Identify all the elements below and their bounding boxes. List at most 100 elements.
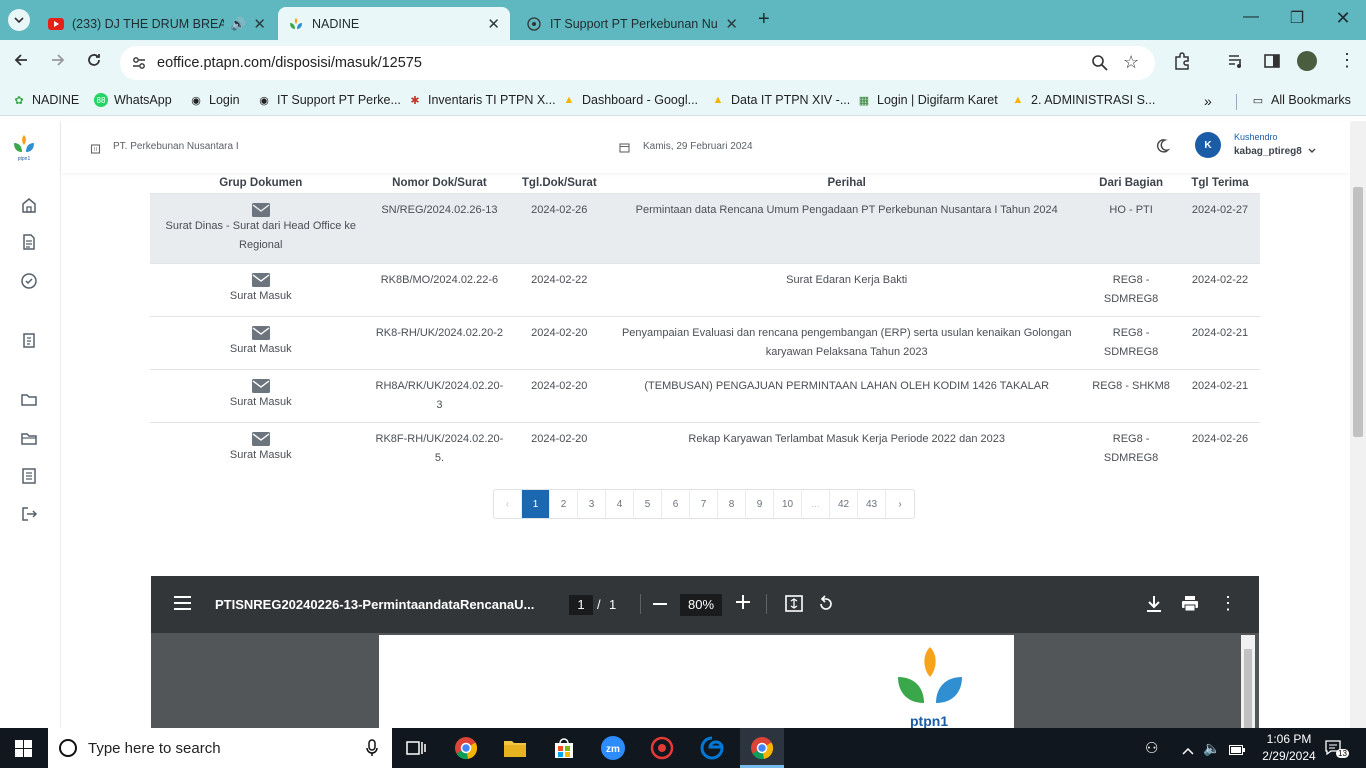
vpn-app-icon[interactable] <box>650 736 674 760</box>
profile-avatar[interactable] <box>1297 51 1317 71</box>
site-info-icon[interactable] <box>131 55 147 76</box>
table-row[interactable]: Surat Masuk RK8F-RH/UK/2024.02.20-5. 202… <box>150 422 1260 475</box>
folder-icon[interactable] <box>20 390 38 408</box>
browser-tab-it-support[interactable]: IT Support PT Perkebunan Nusa ✕ <box>516 7 748 40</box>
zoom-in-icon[interactable] <box>736 595 750 614</box>
page-scrollbar[interactable] <box>1350 121 1366 728</box>
extensions-icon[interactable] <box>1173 52 1191 75</box>
tanggal-cell: 2024-02-22 <box>507 263 612 317</box>
browser-tab-nadine[interactable]: NADINE ✕ <box>278 7 510 40</box>
clipboard-icon[interactable] <box>20 331 38 349</box>
fit-page-icon[interactable] <box>785 595 803 617</box>
pagination-page[interactable]: 10 <box>774 490 802 518</box>
forward-button[interactable] <box>50 52 66 73</box>
pdf-more-icon[interactable]: ⋮ <box>1219 593 1237 614</box>
zoom-icon[interactable] <box>1091 54 1108 76</box>
logout-icon[interactable] <box>20 505 38 523</box>
browser-menu-icon[interactable]: ⋮ <box>1338 50 1356 71</box>
bookmark-item[interactable]: ▦ Login | Digifarm Karet <box>857 93 998 107</box>
pagination-page[interactable]: 7 <box>690 490 718 518</box>
new-tab-button[interactable]: + <box>758 8 770 31</box>
check-circle-icon[interactable] <box>20 272 38 290</box>
zoom-app-icon[interactable]: zm <box>601 736 625 760</box>
pagination-page[interactable]: 4 <box>606 490 634 518</box>
edge-icon[interactable] <box>700 736 724 760</box>
bookmark-item[interactable]: ✿ NADINE <box>12 93 79 107</box>
bookmark-star-icon[interactable]: ☆ <box>1123 52 1139 73</box>
pagination-page[interactable]: 8 <box>718 490 746 518</box>
folder-open-icon[interactable] <box>20 429 38 447</box>
minimize-window-button[interactable]: — <box>1228 8 1274 26</box>
pagination-page[interactable]: 43 <box>858 490 886 518</box>
report-icon[interactable] <box>20 467 38 485</box>
tgl-terima-cell: 2024-02-27 <box>1180 193 1260 264</box>
people-icon[interactable]: ⚇ <box>1145 739 1158 757</box>
zoom-out-icon[interactable] <box>653 603 667 605</box>
microsoft-store-icon[interactable] <box>552 736 576 760</box>
pagination-page[interactable]: 3 <box>578 490 606 518</box>
pagination-page[interactable]: 2 <box>550 490 578 518</box>
bookmark-item[interactable]: ▲ Data IT PTPN XIV -... <box>711 93 851 107</box>
pagination-page[interactable]: 42 <box>830 490 858 518</box>
reload-button[interactable] <box>86 52 102 73</box>
back-button[interactable] <box>13 52 29 73</box>
pagination-page[interactable]: 9 <box>746 490 774 518</box>
print-icon[interactable] <box>1181 595 1199 617</box>
dark-mode-toggle-icon[interactable] <box>1154 138 1171 159</box>
table-row[interactable]: Surat Masuk RH8A/RK/UK/2024.02.20-3 2024… <box>150 369 1260 423</box>
pagination-prev[interactable]: ‹ <box>494 490 522 518</box>
windows-start-icon[interactable] <box>15 740 32 762</box>
user-role-dropdown[interactable]: kabag_ptireg8 <box>1234 146 1316 157</box>
microphone-icon[interactable] <box>366 739 378 762</box>
restore-window-button[interactable]: ❐ <box>1274 8 1320 28</box>
side-panel-icon[interactable] <box>1263 52 1281 75</box>
task-view-icon[interactable] <box>404 736 428 760</box>
address-bar[interactable]: eoffice.ptapn.com/disposisi/masuk/12575 … <box>120 46 1155 80</box>
close-window-button[interactable]: ✕ <box>1320 8 1366 29</box>
clock-date[interactable]: 2/29/2024 <box>1252 749 1326 763</box>
download-icon[interactable] <box>1146 595 1162 617</box>
pagination-page[interactable]: 1 <box>522 490 550 518</box>
bookmarks-overflow-icon[interactable]: » <box>1204 93 1212 109</box>
bookmark-item[interactable]: ✱ Inventaris TI PTPN X... <box>408 93 555 107</box>
taskbar-search[interactable]: Type here to search <box>48 728 392 768</box>
chrome-icon[interactable] <box>454 736 478 760</box>
volume-icon[interactable]: 🔈 <box>1203 740 1220 757</box>
pdf-scroll-thumb[interactable] <box>1244 649 1252 728</box>
pagination-next[interactable]: › <box>886 490 914 518</box>
clock-time[interactable]: 1:06 PM <box>1262 732 1316 746</box>
chevron-up-icon[interactable] <box>1182 742 1194 760</box>
table-row[interactable]: Surat Masuk RK8B/MO/2024.02.22-6 2024-02… <box>150 263 1260 317</box>
pagination-page[interactable]: 5 <box>634 490 662 518</box>
browser-tab-youtube[interactable]: (233) DJ THE DRUM BREAKI 🔊 ✕ <box>38 7 276 40</box>
pdf-scrollbar[interactable] <box>1241 635 1255 728</box>
all-bookmarks-button[interactable]: ▭ All Bookmarks <box>1251 93 1351 107</box>
bookmark-item[interactable]: ▲ 2. ADMINISTRASI S... <box>1011 93 1156 107</box>
table-row[interactable]: Surat Dinas - Surat dari Head Office ke … <box>150 193 1260 264</box>
pdf-menu-icon[interactable] <box>174 596 191 615</box>
user-avatar[interactable]: K <box>1195 132 1221 158</box>
pdf-page-input[interactable]: 1 <box>569 595 593 615</box>
close-tab-icon[interactable]: ✕ <box>725 15 738 33</box>
ptpn-icon <box>288 16 304 32</box>
bookmark-item[interactable]: ◉ Login <box>189 93 239 107</box>
media-control-icon[interactable] <box>1227 52 1245 75</box>
pagination-page[interactable]: 6 <box>662 490 690 518</box>
speaker-icon[interactable]: 🔊 <box>230 17 245 31</box>
bookmark-item[interactable]: ▲ Dashboard - Googl... <box>562 93 699 107</box>
chrome-icon[interactable] <box>750 736 774 760</box>
close-tab-icon[interactable]: ✕ <box>253 15 266 33</box>
document-icon[interactable] <box>20 233 38 251</box>
home-icon[interactable] <box>20 196 38 214</box>
file-explorer-icon[interactable] <box>503 736 527 760</box>
tab-search-button[interactable] <box>8 9 30 31</box>
table-row[interactable]: Surat Masuk RK8-RH/UK/2024.02.20-2 2024-… <box>150 316 1260 370</box>
close-tab-icon[interactable]: ✕ <box>487 15 500 33</box>
bookmark-item[interactable]: ◉ IT Support PT Perke... <box>257 93 401 107</box>
bookmark-item[interactable]: 88 WhatsApp <box>94 93 172 107</box>
battery-icon[interactable] <box>1229 742 1245 760</box>
pdf-zoom-level[interactable]: 80% <box>680 594 722 616</box>
rotate-icon[interactable] <box>817 595 835 618</box>
chevron-down-icon <box>14 17 24 23</box>
scroll-thumb[interactable] <box>1353 187 1363 437</box>
